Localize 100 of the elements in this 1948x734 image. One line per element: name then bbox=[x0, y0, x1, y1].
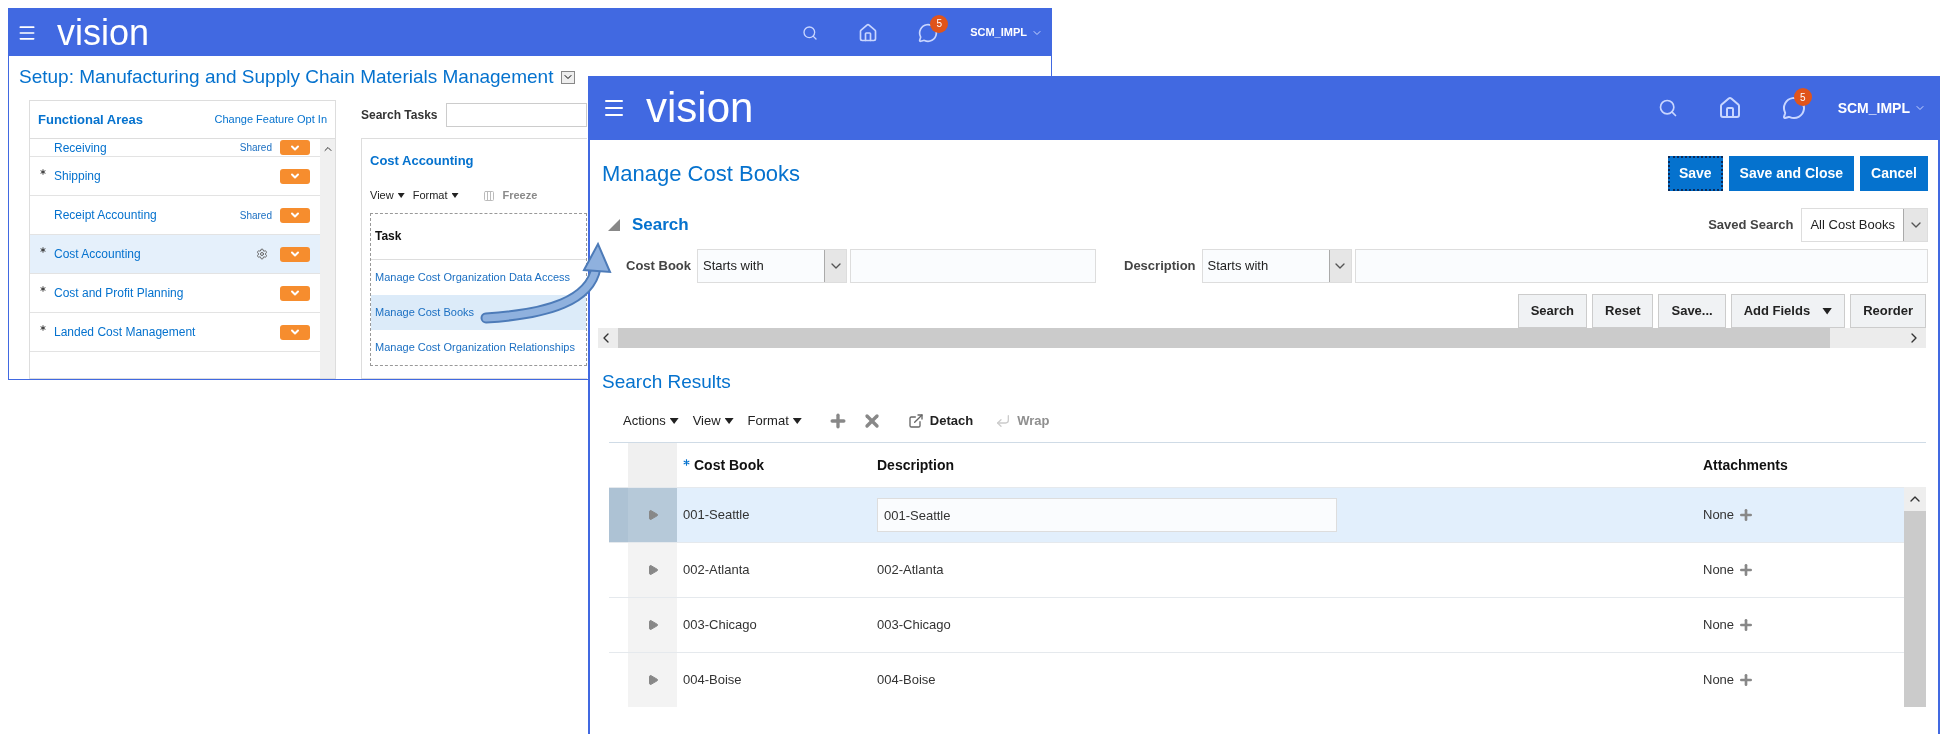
search-button[interactable]: Search bbox=[1517, 294, 1588, 328]
task-link[interactable]: Manage Cost Organization Relationships bbox=[375, 338, 575, 356]
user-menu[interactable]: SCM_IMPL bbox=[970, 24, 1043, 41]
action-button[interactable]: Save bbox=[1667, 155, 1723, 191]
search-tasks-field[interactable] bbox=[445, 103, 587, 127]
add-attachment-icon[interactable] bbox=[1738, 672, 1755, 688]
menu-button[interactable]: Format bbox=[747, 411, 802, 431]
field-label: Description bbox=[1124, 257, 1196, 276]
table-cell-text: 004-Boise bbox=[683, 671, 742, 690]
column-header: Task bbox=[375, 228, 402, 245]
description-field[interactable]: 001-Seattle bbox=[877, 498, 1337, 532]
shared-label: Shared bbox=[239, 208, 272, 223]
dropdown-button[interactable] bbox=[280, 324, 310, 340]
functional-area-label: Receiving bbox=[54, 139, 107, 157]
detach-icon bbox=[907, 413, 924, 429]
functional-area-item[interactable]: Cost Accounting bbox=[30, 235, 320, 274]
dropdown-button[interactable] bbox=[280, 168, 310, 184]
panel-title: Cost Accounting bbox=[370, 152, 475, 170]
operator-select[interactable]: Starts with bbox=[697, 249, 847, 283]
action-button[interactable]: Save and Close bbox=[1728, 155, 1855, 191]
search-value-field[interactable] bbox=[1354, 249, 1928, 283]
field-label: Search Tasks bbox=[361, 107, 438, 124]
task-row[interactable]: Manage Cost Organization Data Access bbox=[371, 259, 586, 295]
table-cell-text: 003-Chicago bbox=[683, 616, 757, 635]
saved-search-select[interactable]: All Cost Books bbox=[1801, 208, 1928, 242]
freeze-icon bbox=[482, 189, 495, 202]
page-title: Setup: Manufacturing and Supply Chain Materials Management bbox=[19, 64, 554, 89]
menu-button[interactable]: View bbox=[692, 411, 734, 431]
dropdown-button[interactable] bbox=[280, 246, 310, 262]
dropdown-button[interactable] bbox=[280, 207, 310, 223]
table-cell-text: None bbox=[1703, 671, 1735, 690]
header-corner-cell bbox=[628, 443, 677, 487]
menu-button[interactable]: Format bbox=[412, 187, 459, 204]
search-icon[interactable] bbox=[1657, 98, 1678, 118]
operator-select[interactable]: Starts with bbox=[1201, 249, 1352, 283]
table-row[interactable]: 001-Seattle 001-Seattle None bbox=[609, 487, 1904, 542]
panel-title: Functional Areas bbox=[38, 110, 143, 129]
functional-area-item[interactable]: Shipping bbox=[30, 157, 320, 196]
search-icon[interactable] bbox=[802, 24, 819, 41]
functional-area-label: Cost and Profit Planning bbox=[54, 285, 184, 302]
expand-row-icon[interactable] bbox=[646, 674, 659, 686]
home-icon[interactable] bbox=[1717, 96, 1742, 120]
functional-area-label: Shipping bbox=[54, 168, 101, 185]
search-button[interactable]: Reset bbox=[1592, 294, 1654, 328]
table-cell-text: 002-Atlanta bbox=[683, 561, 750, 580]
menu-button[interactable]: View bbox=[370, 187, 405, 204]
task-link[interactable]: Manage Cost Books bbox=[375, 303, 475, 321]
logo: vision bbox=[57, 14, 150, 51]
search-button[interactable]: Save... bbox=[1658, 294, 1726, 328]
table-row[interactable]: 004-Boise 004-Boise None bbox=[609, 652, 1904, 707]
caret-icon bbox=[792, 418, 802, 424]
table-row[interactable]: 003-Chicago 003-Chicago None bbox=[609, 597, 1904, 652]
column-header: Attachments bbox=[1703, 455, 1788, 475]
detach-button[interactable]: Detach bbox=[929, 411, 974, 431]
add-attachment-icon[interactable] bbox=[1738, 617, 1755, 633]
caret-icon bbox=[397, 193, 405, 198]
functional-area-label: Landed Cost Management bbox=[54, 324, 196, 341]
table-cell-text: 003-Chicago bbox=[877, 616, 951, 635]
user-menu[interactable]: SCM_IMPL bbox=[1837, 97, 1926, 119]
add-attachment-icon[interactable] bbox=[1738, 562, 1755, 578]
caret-icon bbox=[451, 193, 459, 198]
menu-button[interactable]: Actions bbox=[623, 411, 679, 431]
table-row[interactable]: 002-Atlanta 002-Atlanta None bbox=[609, 542, 1904, 597]
expand-row-icon[interactable] bbox=[646, 619, 659, 631]
logo: vision bbox=[646, 87, 754, 129]
functional-area-label: Cost Accounting bbox=[54, 246, 141, 263]
search-button[interactable]: Add Fields bbox=[1730, 294, 1846, 328]
functional-area-item[interactable]: Landed Cost Management bbox=[30, 313, 320, 352]
field-label: Saved Search bbox=[1708, 216, 1794, 235]
notification-badge: 5 bbox=[1793, 88, 1812, 106]
section-title: Search bbox=[632, 214, 689, 237]
search-button[interactable]: Reorder bbox=[1850, 294, 1926, 328]
search-value-field[interactable] bbox=[850, 249, 1096, 283]
dropdown-button[interactable] bbox=[280, 140, 310, 155]
wrap-icon bbox=[995, 413, 1012, 429]
table-cell-text: 004-Boise bbox=[877, 671, 936, 690]
notification-badge: 5 bbox=[930, 14, 949, 33]
home-icon[interactable] bbox=[858, 22, 879, 43]
functional-area-item[interactable]: Cost and Profit Planning bbox=[30, 274, 320, 313]
row-selector bbox=[609, 488, 628, 542]
column-header: Cost Book bbox=[694, 455, 764, 475]
dropdown-button[interactable] bbox=[280, 285, 310, 301]
shared-label: Shared bbox=[239, 141, 272, 155]
action-button[interactable]: Cancel bbox=[1860, 155, 1928, 191]
add-attachment-icon[interactable] bbox=[1738, 507, 1755, 523]
task-link[interactable]: Manage Cost Organization Data Access bbox=[375, 268, 571, 286]
expand-row-icon[interactable] bbox=[646, 509, 659, 521]
task-row[interactable]: Manage Cost Organization Relationships bbox=[371, 329, 586, 365]
functional-area-item[interactable]: Receiving Shared bbox=[30, 139, 320, 157]
caret-icon bbox=[1822, 307, 1833, 315]
dropdown-icon[interactable] bbox=[561, 70, 576, 84]
notifications-icon[interactable] bbox=[918, 22, 939, 43]
table-cell-text: None bbox=[1703, 506, 1735, 525]
section-title: Search Results bbox=[602, 371, 731, 392]
column-header: Description bbox=[877, 455, 954, 475]
table-cell-text: None bbox=[1703, 616, 1735, 635]
change-feature-link[interactable]: Change Feature Opt In bbox=[214, 111, 327, 128]
table-cell-text: 002-Atlanta bbox=[877, 561, 944, 580]
page-title: Manage Cost Books bbox=[602, 159, 801, 188]
expand-row-icon[interactable] bbox=[646, 564, 659, 576]
